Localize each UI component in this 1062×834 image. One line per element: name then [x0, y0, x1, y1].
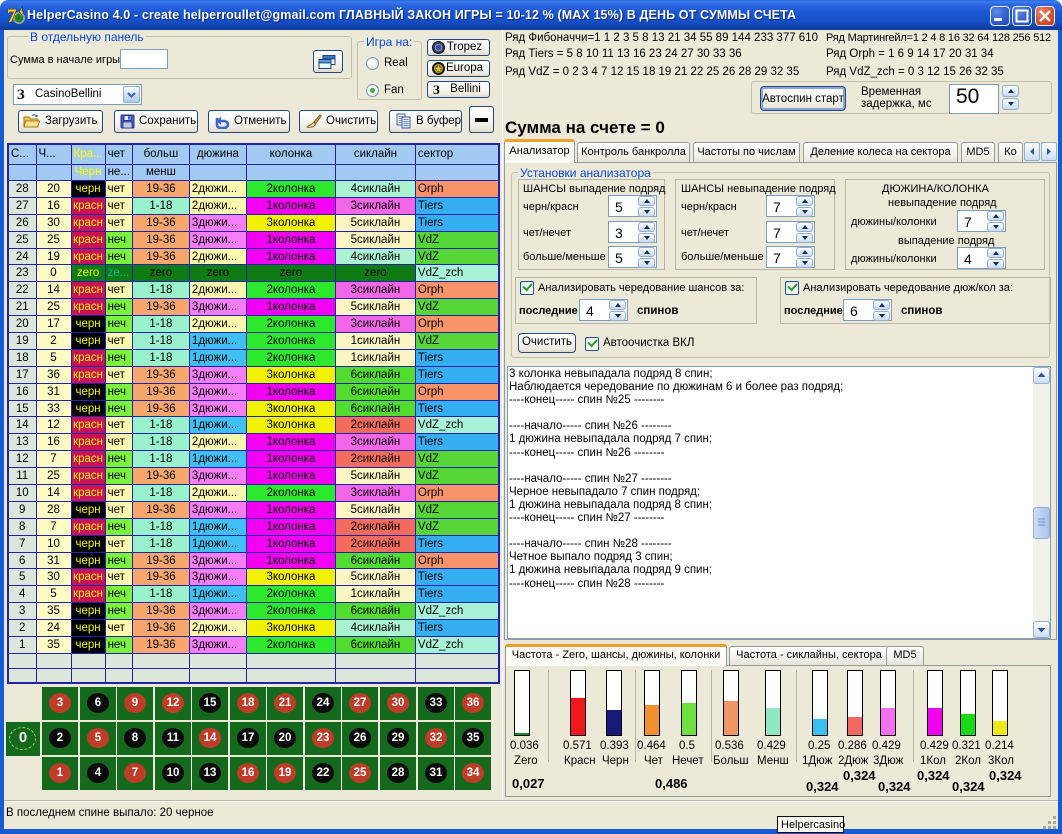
- svg-text:7: 7: [7, 6, 17, 26]
